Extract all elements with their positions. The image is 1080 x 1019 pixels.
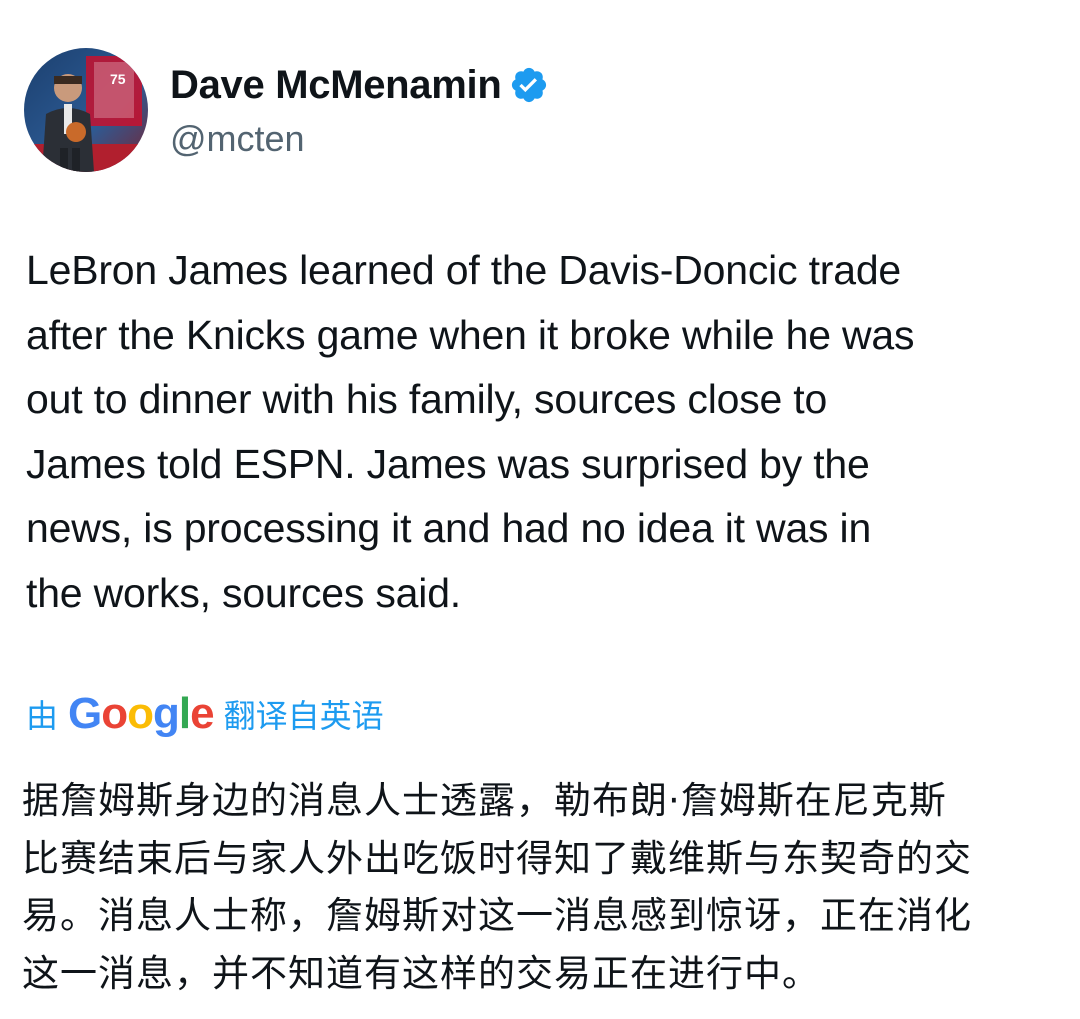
google-logo-letter: G bbox=[68, 689, 102, 738]
google-logo: Google bbox=[68, 689, 215, 739]
author-names: Dave McMenamin @mcten bbox=[170, 56, 549, 164]
author-handle[interactable]: @mcten bbox=[170, 114, 549, 164]
translation-suffix: 翻译自英语 bbox=[223, 697, 384, 735]
display-name[interactable]: Dave McMenamin bbox=[170, 63, 502, 108]
translation-prefix: 由 bbox=[26, 697, 59, 735]
avatar[interactable]: 75 bbox=[24, 48, 148, 172]
name-row: Dave McMenamin bbox=[170, 56, 549, 114]
profile-photo: 75 bbox=[24, 48, 148, 172]
translated-tweet-text: 据詹姆斯身边的消息人士透露，勒布朗·詹姆斯在尼克斯 比赛结束后与家人外出吃饭时得… bbox=[22, 779, 972, 995]
google-logo-letter: o bbox=[127, 689, 154, 738]
avatar-badge-text: 75 bbox=[110, 71, 126, 87]
translation-attribution[interactable]: 由 Google 翻译自英语 bbox=[26, 686, 384, 742]
google-logo-letter: l bbox=[178, 689, 191, 738]
tweet-text: LeBron James learned of the Davis-Doncic… bbox=[26, 247, 915, 616]
verified-badge-icon bbox=[509, 65, 549, 105]
tweet-header: 75 Dave McMenamin @mcten bbox=[24, 48, 549, 172]
google-logo-letter: o bbox=[101, 689, 128, 738]
google-logo-letter: g bbox=[153, 689, 180, 738]
google-logo-letter: e bbox=[190, 689, 215, 738]
